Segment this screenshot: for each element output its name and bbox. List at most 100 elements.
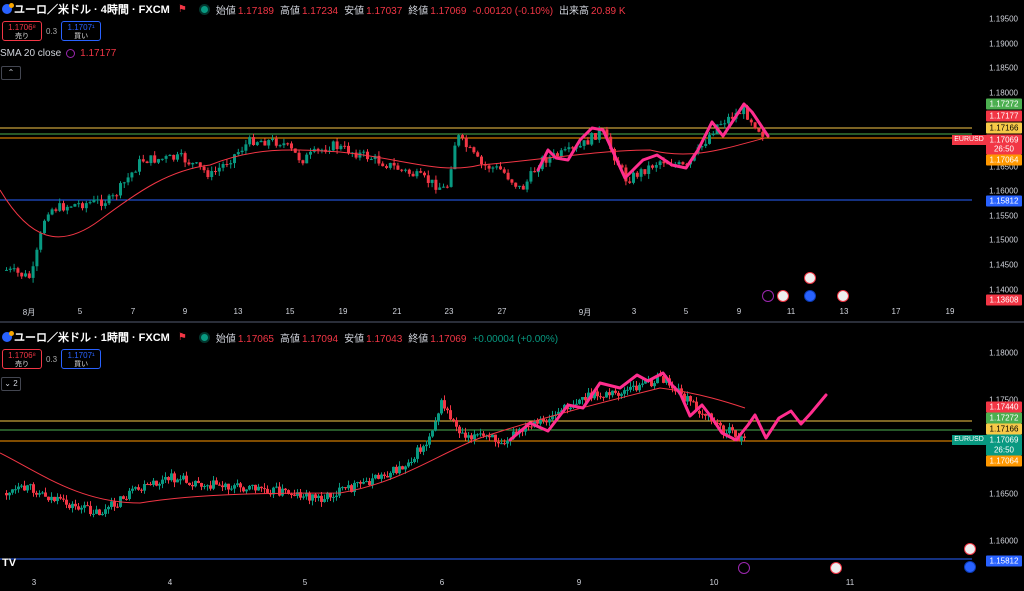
candle-body — [274, 138, 278, 146]
candle-body — [415, 171, 419, 177]
indicator-legend[interactable]: SMA 20 close 1.17177 — [0, 48, 116, 59]
symbol-title[interactable]: ユーロ／米ドル · 1時間 · FXCM — [14, 329, 170, 345]
bookmark-icon[interactable]: ⚑ — [178, 332, 187, 343]
candle-body — [86, 505, 89, 507]
candle-body — [487, 165, 491, 169]
candle-body — [506, 440, 509, 444]
candle-body — [611, 390, 614, 396]
symbol-title[interactable]: ユーロ／米ドル · 4時間 · FXCM — [14, 1, 170, 17]
bookmark-icon[interactable]: ⚑ — [178, 4, 187, 15]
candle-body — [395, 466, 398, 474]
candle-body — [17, 486, 20, 490]
chart-canvas-4h[interactable] — [0, 0, 1024, 321]
tradingview-logo[interactable]: TV — [2, 557, 16, 569]
candle-body — [54, 209, 58, 211]
candle-body — [605, 392, 608, 398]
candle-body — [437, 413, 440, 422]
candle-body — [411, 173, 415, 177]
candle-body — [134, 487, 137, 489]
us-flag-event-icon[interactable] — [830, 562, 842, 574]
indicator-name: SMA 20 close — [0, 48, 62, 59]
indicator-value: 1.17177 — [80, 48, 117, 59]
candle-body — [32, 484, 35, 493]
time-tick: 13 — [233, 307, 243, 316]
chart-pane-4h[interactable]: ユーロ／米ドル · 4時間 · FXCM ⚑ 始値 1.17189 高値 1.1723… — [0, 0, 1024, 321]
candle-body — [62, 203, 65, 211]
candle-body — [134, 171, 138, 173]
candle-body — [244, 144, 248, 151]
candle-body — [210, 171, 214, 178]
candle-body — [206, 485, 209, 487]
candle-body — [374, 474, 377, 479]
candle-body — [329, 492, 332, 498]
candle-body — [101, 513, 104, 516]
candle-body — [217, 167, 221, 172]
candle-body — [44, 492, 47, 497]
price-tick: 1.16500 — [989, 489, 1018, 499]
candle-body — [734, 430, 737, 437]
sell-button[interactable]: 1.1706⁸ 売り — [2, 349, 42, 369]
us-flag-event-icon[interactable] — [837, 290, 849, 302]
globe-event-icon[interactable] — [964, 561, 976, 573]
candle-body — [381, 163, 385, 167]
us-flag-event-icon[interactable] — [964, 543, 976, 555]
candle-body — [719, 123, 723, 125]
time-tick: 19 — [338, 307, 348, 316]
candle-body — [326, 492, 329, 500]
ohlc-label: 高値 — [279, 5, 300, 17]
candle-body — [749, 119, 753, 123]
candle-body — [267, 140, 271, 146]
chart-canvas-1h[interactable] — [0, 323, 1024, 591]
candle-body — [119, 183, 122, 196]
globe-event-icon[interactable] — [804, 290, 816, 302]
sell-button[interactable]: 1.1706⁸ 売り — [2, 21, 42, 41]
candle-body — [753, 122, 757, 129]
candle-body — [521, 185, 525, 190]
candle-body — [497, 441, 500, 444]
candle-body — [167, 477, 170, 481]
price-tick: 1.18500 — [989, 63, 1018, 73]
buy-button[interactable]: 1.1707¹ 買い — [61, 21, 102, 41]
candle-body — [343, 145, 347, 147]
candle-body — [407, 169, 411, 174]
candle-body — [35, 492, 38, 495]
candle-body — [317, 495, 320, 498]
candle-body — [578, 145, 582, 148]
chart-pane-1h[interactable]: ユーロ／米ドル · 1時間 · FXCM ⚑ 始値 1.17065 高値 1.1709… — [0, 323, 1024, 591]
collapse-legend-button[interactable]: ⌄ 2 — [1, 377, 21, 391]
candle-body — [446, 408, 449, 411]
candle-body — [47, 496, 50, 501]
candle-body — [41, 492, 44, 494]
price-tick: 1.19000 — [989, 39, 1018, 49]
candle-body — [278, 145, 282, 147]
time-tick: 13 — [839, 307, 849, 316]
settings-icon[interactable] — [66, 49, 76, 58]
lightning-event-icon[interactable] — [762, 290, 774, 302]
price-label: 1.13608 — [986, 294, 1022, 306]
candle-body — [215, 480, 218, 485]
candle-body — [359, 482, 362, 484]
candle-body — [122, 496, 125, 499]
ohlc-value: 1.17189 — [237, 5, 274, 17]
candle-body — [43, 220, 46, 234]
candle-body — [252, 137, 255, 146]
candle-body — [29, 484, 32, 486]
candle-body — [506, 172, 510, 180]
candle-body — [126, 177, 130, 183]
ohlc-values: 始値 1.17189 高値 1.17234 安値 1.17037 終値 1.17069 -0.0… — [216, 2, 632, 17]
buy-button[interactable]: 1.1707¹ 買い — [61, 349, 102, 369]
candle-body — [11, 489, 14, 493]
candle-body — [380, 474, 383, 479]
lightning-event-icon[interactable] — [738, 562, 750, 574]
candle-body — [227, 483, 230, 490]
us-flag-event-icon[interactable] — [804, 272, 816, 284]
us-flag-event-icon[interactable] — [777, 290, 789, 302]
collapse-legend-button[interactable]: ⌃ — [1, 66, 21, 80]
candle-body — [590, 133, 594, 145]
time-tick: 3 — [631, 307, 637, 316]
candle-body — [35, 249, 39, 267]
time-tick: 21 — [392, 307, 402, 316]
candle-body — [468, 147, 472, 149]
candle-body — [404, 466, 407, 470]
candle-body — [74, 503, 77, 507]
